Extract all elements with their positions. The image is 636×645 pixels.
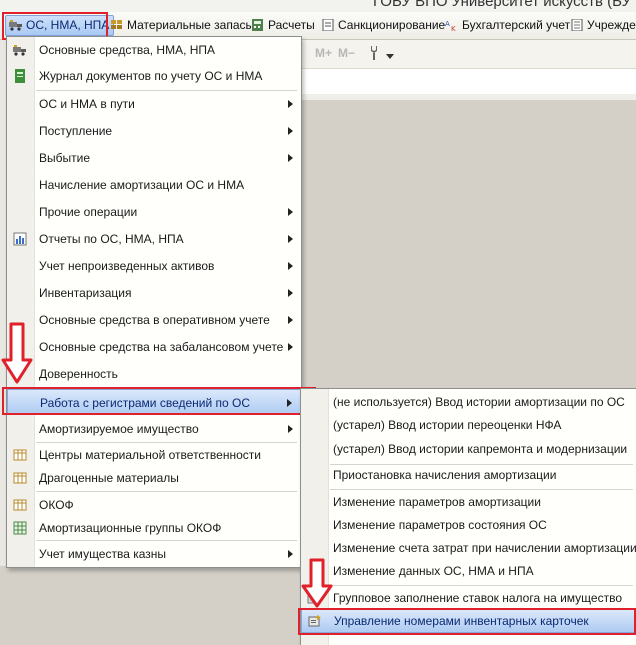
wrench-icon[interactable] bbox=[367, 45, 381, 61]
menu-item-non-produced-assets[interactable]: Учет непроизведенных активов bbox=[7, 253, 301, 279]
menu-item-in-transit[interactable]: ОС и НМА в пути bbox=[7, 91, 301, 117]
menu-item-treasury-property[interactable]: Учет имущества казны bbox=[7, 541, 301, 567]
menubar-label: Санкционирование bbox=[338, 18, 446, 32]
menubar-item-materials[interactable]: Материальные запасы bbox=[108, 15, 254, 36]
submenu-arrow-icon bbox=[288, 262, 293, 270]
menu-item-operational-accounting[interactable]: Основные средства в оперативном учете bbox=[7, 307, 301, 333]
submenu-item-group-tax-rates[interactable]: Групповое заполнение ставок налога на им… bbox=[301, 586, 636, 611]
fixed-assets-dropdown-menu: Основные средства, НМА, НПА Журнал докум… bbox=[6, 36, 302, 568]
institution-icon bbox=[571, 19, 583, 31]
submenu-arrow-icon bbox=[288, 550, 293, 558]
menubar-item-authorization[interactable]: Санкционирование bbox=[319, 15, 445, 36]
menu-item-registers[interactable]: Работа с регистрами сведений по ОС bbox=[7, 389, 301, 415]
menu-item-precious-materials[interactable]: Драгоценные материалы bbox=[7, 465, 301, 491]
memory-plus-button[interactable]: M+ bbox=[315, 46, 332, 60]
submenu-arrow-icon bbox=[288, 100, 293, 108]
truck-icon bbox=[13, 45, 26, 56]
form-toolbar: M+ M− bbox=[300, 40, 636, 69]
submenu-item-change-asset-data[interactable]: Изменение данных ОС, НМА и НПА bbox=[301, 559, 636, 584]
submenu-item-depreciation-history[interactable]: (не используется) Ввод истории амортизац… bbox=[301, 390, 636, 415]
workspace-area bbox=[300, 100, 636, 390]
menubar-label: Бухгалтерский учет bbox=[462, 18, 571, 32]
submenu-arrow-icon bbox=[288, 208, 293, 216]
submenu-item-repair-history[interactable]: (устарел) Ввод истории капремонта и моде… bbox=[301, 437, 636, 462]
table-icon bbox=[13, 472, 27, 484]
submenu-item-change-state-params[interactable]: Изменение параметров состояния ОС bbox=[301, 513, 636, 538]
menu-item-power-of-attorney[interactable]: Доверенность bbox=[7, 361, 301, 387]
menu-item-depreciation[interactable]: Начисление амортизации ОС и НМА bbox=[7, 172, 301, 198]
submenu-arrow-icon bbox=[288, 343, 293, 351]
menu-item-reports[interactable]: Отчеты по ОС, НМА, НПА bbox=[7, 226, 301, 252]
boxes-icon bbox=[111, 20, 122, 29]
menu-item-fixed-assets[interactable]: Основные средства, НМА, НПА bbox=[7, 37, 301, 63]
menu-item-off-balance[interactable]: Основные средства на забалансовом учете bbox=[7, 334, 301, 360]
submenu-arrow-icon bbox=[288, 316, 293, 324]
submenu-arrow-icon bbox=[288, 154, 293, 162]
submenu-arrow-icon bbox=[288, 425, 293, 433]
report-icon bbox=[13, 232, 27, 246]
truck-icon bbox=[9, 20, 22, 31]
chevron-down-icon[interactable] bbox=[386, 54, 394, 59]
menubar-label: Материальные запасы bbox=[127, 18, 255, 32]
menu-item-inventory[interactable]: Инвентаризация bbox=[7, 280, 301, 306]
submenu-item-suspend-depreciation[interactable]: Приостановка начисления амортизации bbox=[301, 463, 636, 488]
journal-icon bbox=[15, 69, 25, 83]
registers-submenu: (не используется) Ввод истории амортизац… bbox=[300, 388, 636, 645]
menubar-label: Учрежден bbox=[587, 18, 636, 32]
menubar-item-settlements[interactable]: Расчеты bbox=[249, 15, 315, 36]
form-header-area bbox=[300, 69, 636, 94]
table-icon bbox=[13, 449, 27, 461]
menu-item-documents-journal[interactable]: Журнал документов по учету ОС и НМА bbox=[7, 63, 301, 89]
submenu-arrow-icon bbox=[287, 399, 292, 407]
submenu-item-change-depreciation-params[interactable]: Изменение параметров амортизации bbox=[301, 490, 636, 515]
menu-item-disposal[interactable]: Выбытие bbox=[7, 145, 301, 171]
menubar-label: ОС, НМА, НПА bbox=[26, 18, 110, 32]
menubar-label: Расчеты bbox=[268, 18, 315, 32]
window-title: ГОБУ ВПО Университет искусств (БУ б bbox=[373, 0, 636, 10]
arrow-down-icon bbox=[301, 558, 333, 608]
bottom-workspace-area bbox=[0, 566, 300, 644]
window-title-bar: ГОБУ ВПО Университет искусств (БУ б bbox=[0, 0, 636, 12]
table-icon bbox=[13, 499, 27, 511]
submenu-item-change-cost-account[interactable]: Изменение счета затрат при начислении ам… bbox=[301, 536, 636, 561]
submenu-arrow-icon bbox=[288, 235, 293, 243]
svg-text:A: A bbox=[445, 20, 450, 28]
menubar-item-fixed-assets[interactable]: ОС, НМА, НПА bbox=[5, 15, 115, 36]
menubar-item-accounting[interactable]: A K Бухгалтерский учет bbox=[443, 15, 570, 36]
menu-item-okof-groups[interactable]: Амортизационные группы ОКОФ bbox=[7, 515, 301, 541]
accounting-icon: AK bbox=[445, 20, 456, 31]
menu-item-receipt[interactable]: Поступление bbox=[7, 118, 301, 144]
arrow-down-icon bbox=[1, 322, 33, 384]
svg-text:K: K bbox=[451, 25, 456, 31]
grid-icon bbox=[13, 521, 27, 535]
submenu-item-inventory-card-numbers[interactable]: Управление номерами инвентарных карточек bbox=[301, 609, 636, 633]
calculator-icon bbox=[252, 19, 263, 31]
submenu-arrow-icon bbox=[288, 289, 293, 297]
document-icon bbox=[322, 19, 334, 31]
menu-item-depreciable-property[interactable]: Амортизируемое имущество bbox=[7, 416, 301, 442]
card-number-icon bbox=[308, 615, 321, 627]
submenu-item-revaluation-history[interactable]: (устарел) Ввод истории переоценки НФА bbox=[301, 413, 636, 438]
menubar-item-institution[interactable]: Учрежден bbox=[568, 15, 636, 36]
submenu-arrow-icon bbox=[288, 127, 293, 135]
memory-minus-button[interactable]: M− bbox=[338, 46, 355, 60]
menu-item-other-operations[interactable]: Прочие операции bbox=[7, 199, 301, 225]
